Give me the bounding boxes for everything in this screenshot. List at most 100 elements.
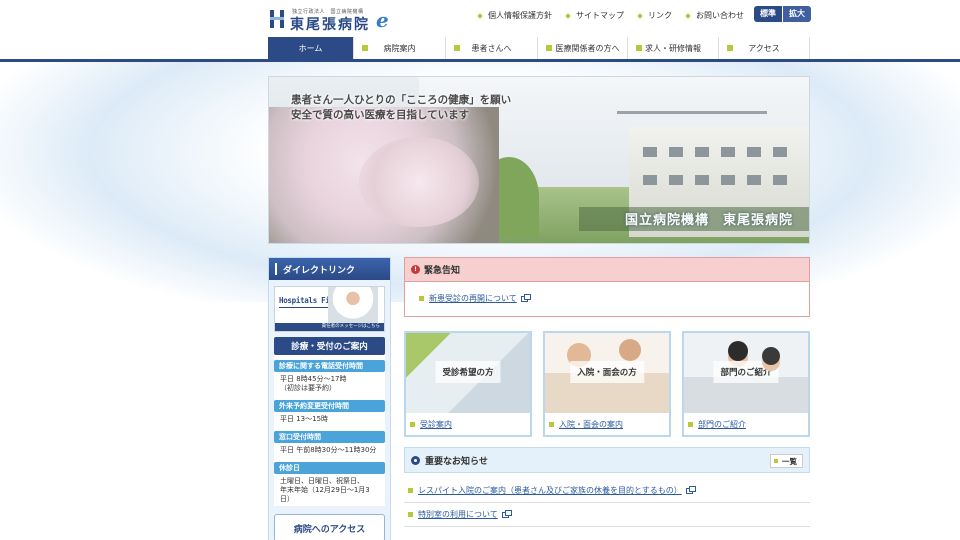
hero-cherry-blossom: [359, 137, 479, 227]
guide-cards: 受診希望の方 受診案内 入院・面会の方 入院・面会の案内 部門のご紹介 部門のご…: [404, 331, 810, 437]
util-link-privacy[interactable]: 個人情報保護方針: [478, 10, 552, 21]
card-link-text: 部門のご紹介: [698, 420, 746, 429]
hero-banner: 患者さん一人ひとりの「こころの健康」を願い 安全で質の高い医療を目指しています …: [268, 76, 810, 244]
nav-label: ホーム: [298, 43, 323, 53]
card-label: 受診希望の方: [435, 361, 501, 383]
nav-bullet-icon: [546, 45, 552, 51]
important-news-header: 重要なお知らせ 一覧: [404, 447, 810, 473]
card-image-inpatient: 入院・面会の方: [545, 333, 669, 413]
alert-icon: !: [411, 265, 420, 274]
util-link-contact[interactable]: お問い合わせ: [686, 10, 744, 21]
util-link-links[interactable]: リンク: [638, 10, 672, 21]
nav-item-about[interactable]: 病院案内: [354, 37, 446, 59]
hero-hospital-name: 国立病院機構 東尾張病院: [624, 213, 793, 228]
card-image-outpatient: 受診希望の方: [406, 333, 530, 413]
hero-window: [721, 147, 735, 157]
util-link-sitemap[interactable]: サイトマップ: [566, 10, 624, 21]
list-item[interactable]: 特別室の利用について: [404, 503, 810, 527]
important-news: 重要なお知らせ 一覧 レスパイト入院のご案内（患者さん及びご家族の休養を目的とす…: [404, 447, 810, 527]
new-window-icon: [520, 293, 531, 302]
main-content: ! 緊急告知 新患受診の再開について 受診希望の方 受診案内 入院・面会の方 入…: [404, 257, 810, 527]
card-label: 部門のご紹介: [713, 361, 779, 383]
doctor-portrait: [328, 287, 378, 325]
hero-copy-line1: 患者さん一人ひとりの「こころの健康」を願い: [291, 94, 512, 106]
hero-window: [669, 147, 683, 157]
hospitals-file-underline: [279, 307, 331, 308]
nav-label: 病院案内: [383, 43, 416, 53]
hero-window: [773, 175, 787, 185]
info-label-phone-hours: 診療に関する電話受付時間: [274, 360, 385, 372]
new-window-icon: [501, 509, 512, 518]
nav-bullet-icon: [454, 45, 460, 51]
hero-window: [643, 147, 657, 157]
card-outpatient[interactable]: 受診希望の方 受診案内: [404, 331, 532, 437]
card-inpatient[interactable]: 入院・面会の方 入院・面会の案内: [543, 331, 671, 437]
hero-window: [643, 175, 657, 185]
hero-window: [721, 175, 735, 185]
font-standard-button[interactable]: 標準: [754, 6, 782, 22]
bullet-icon: [688, 422, 693, 427]
info-text-closed-days: 土曜日、日曜日、祝祭日、 年末年始（12月29日〜1月3日）: [280, 477, 370, 503]
emergency-notice-header: ! 緊急告知: [405, 258, 809, 282]
nav-bullet-icon: [636, 45, 642, 51]
consultation-info-title: 診療・受付のご案内: [274, 337, 385, 355]
hero-window: [773, 147, 787, 157]
bullet-icon: [774, 459, 778, 463]
list-item[interactable]: レスパイト入院のご案内（患者さん及びご家族の休養を目的とするもの）: [404, 479, 810, 503]
card-link-text: 入院・面会の案内: [559, 420, 623, 429]
new-window-icon: [685, 485, 696, 494]
card-link-departments[interactable]: 部門のご紹介: [688, 419, 808, 430]
font-large-button[interactable]: 拡大: [783, 6, 811, 22]
info-text-reservation-change: 平日 13〜15時: [280, 415, 329, 423]
card-link-text: 受診案内: [420, 420, 452, 429]
nav-bullet-icon: [727, 45, 733, 51]
hero-window: [669, 175, 683, 185]
hero-window: [695, 147, 709, 157]
hero-building-frame: [617, 111, 767, 121]
nav-label: 患者さんへ: [471, 43, 512, 53]
card-link-outpatient[interactable]: 受診案内: [410, 419, 530, 430]
bullet-icon: [410, 422, 415, 427]
nav-label: アクセス: [748, 43, 780, 53]
news-item-text: レスパイト入院のご案内（患者さん及びご家族の休養を目的とするもの）: [418, 486, 682, 495]
emergency-notice-link[interactable]: 新患受診の再開について: [419, 293, 809, 304]
bullet-icon: [408, 488, 413, 493]
card-departments[interactable]: 部門のご紹介 部門のご紹介: [682, 331, 810, 437]
card-label: 入院・面会の方: [570, 361, 644, 383]
news-dot-icon: [411, 455, 420, 465]
important-news-title: 重要なお知らせ: [425, 456, 488, 467]
hospitals-file-banner[interactable]: Hospitals File 責任者のメッセージはこちら: [274, 286, 385, 332]
hospital-logo[interactable]: 独立行政法人 国立病院機構 東尾張病院 e: [268, 6, 400, 33]
nav-item-home[interactable]: ホーム: [268, 37, 354, 59]
info-text-counter-hours: 平日 午前8時30分〜11時30分: [280, 446, 377, 454]
logo-e-mark: e: [376, 8, 389, 32]
logo-hospital-name: 東尾張病院: [290, 17, 370, 33]
direct-link-heading: ダイレクトリンク: [269, 258, 390, 280]
access-button[interactable]: 病院へのアクセス: [274, 514, 385, 540]
news-list-all-button[interactable]: 一覧: [770, 454, 803, 468]
sidebar: ダイレクトリンク Hospitals File 責任者のメッセージはこちら 診療…: [268, 257, 391, 540]
emergency-notice-title: 緊急告知: [424, 266, 461, 276]
nav-label: 医療関係者の方へ: [555, 43, 620, 53]
hero-copy: 患者さん一人ひとりの「こころの健康」を願い 安全で質の高い医療を目指しています: [291, 93, 511, 123]
nav-underline: [0, 59, 960, 62]
font-size-switch: 標準 拡大: [754, 6, 811, 22]
emergency-notice: ! 緊急告知 新患受診の再開について: [404, 257, 810, 317]
nav-item-recruit[interactable]: 求人・研修情報: [628, 37, 719, 59]
utility-links: 個人情報保護方針 サイトマップ リンク お問い合わせ: [478, 10, 758, 21]
news-list: レスパイト入院のご案内（患者さん及びご家族の休養を目的とするもの） 特別室の利用…: [404, 479, 810, 527]
nav-bullet-icon: [362, 45, 368, 51]
nav-item-patients[interactable]: 患者さんへ: [446, 37, 538, 59]
hero-copy-line2: 安全で質の高い医療を目指しています: [291, 109, 470, 121]
card-link-inpatient[interactable]: 入院・面会の案内: [549, 419, 669, 430]
info-label-reservation-change: 外来予約変更受付時間: [274, 400, 385, 412]
info-label-counter-hours: 窓口受付時間: [274, 431, 385, 443]
card-image-departments: 部門のご紹介: [684, 333, 808, 413]
consultation-info: 診療・受付のご案内 診療に関する電話受付時間 平日 8時45分〜17時 （初診は…: [274, 337, 385, 506]
hero-window: [695, 175, 709, 185]
logo-h-icon: [270, 10, 284, 28]
bullet-icon: [549, 422, 554, 427]
hero-window: [747, 147, 761, 157]
nav-item-medical-professionals[interactable]: 医療関係者の方へ: [538, 37, 628, 59]
nav-item-access[interactable]: アクセス: [719, 37, 810, 59]
